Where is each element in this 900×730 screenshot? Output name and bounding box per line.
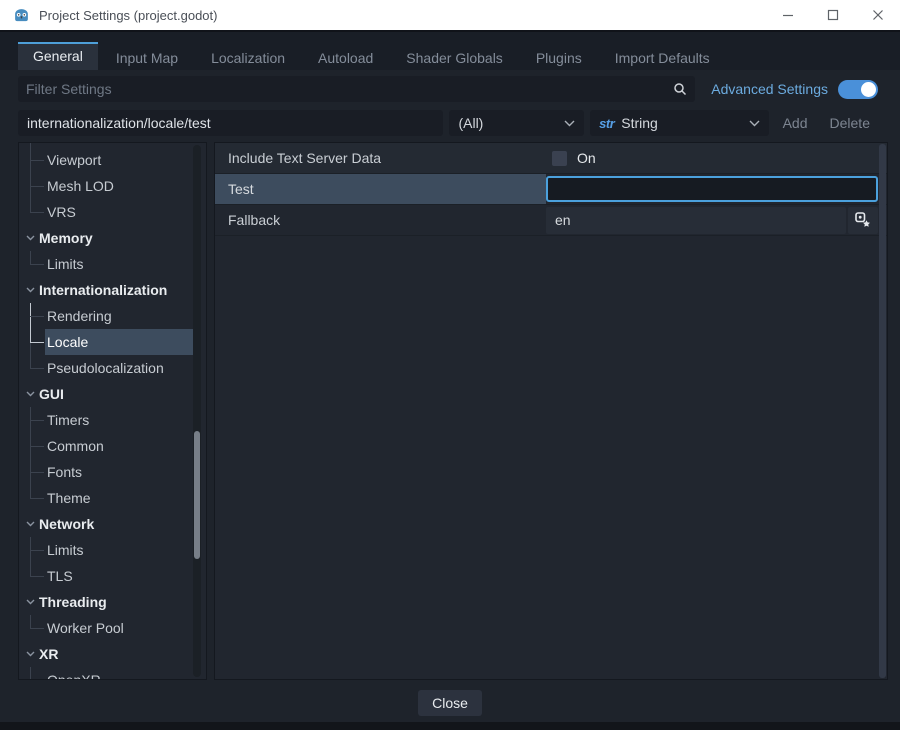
tree-line [29,147,45,173]
tab-input-map[interactable]: Input Map [101,42,193,70]
tree-line [29,303,45,329]
tree-line [29,485,45,511]
tab-plugins[interactable]: Plugins [521,42,597,70]
sidebar-category-threading[interactable]: Threading [19,589,206,615]
settings-inspector: Include Text Server Data On Test Fallbac… [214,142,888,680]
filter-settings-input[interactable] [18,76,695,102]
fallback-value-input[interactable] [546,207,846,234]
sidebar-item-common[interactable]: Common [19,433,206,459]
inspector-scrollbar[interactable] [879,144,886,678]
sidebar-item-openxr[interactable]: OpenXR [19,667,206,680]
collapse-arrow-icon[interactable] [24,235,37,241]
property-row-include-text-server-data: Include Text Server Data On [215,143,887,174]
godot-icon [13,7,30,24]
collapse-arrow-icon[interactable] [24,287,37,293]
sidebar-item-vrs[interactable]: VRS [19,199,206,225]
delete-button[interactable]: Delete [822,115,878,131]
dialog-footer: Close [0,680,900,716]
property-path-input[interactable] [18,110,443,136]
tab-shader-globals[interactable]: Shader Globals [391,42,518,70]
tree-line [29,433,45,459]
advanced-settings-label: Advanced Settings [711,81,828,97]
filter-settings-field[interactable] [26,81,673,97]
sidebar-item-fonts[interactable]: Fonts [19,459,206,485]
translation-icon [855,212,871,228]
close-button[interactable]: Close [418,690,482,716]
property-label: Fallback [215,205,546,235]
add-button[interactable]: Add [775,115,816,131]
sidebar-item-pseudolocalization[interactable]: Pseudolocalization [19,355,206,381]
collapse-arrow-icon[interactable] [24,651,37,657]
property-row-test: Test [215,174,887,205]
collapse-arrow-icon[interactable] [24,391,37,397]
advanced-settings-toggle[interactable] [838,80,878,99]
tree-line [29,199,45,225]
property-bar: (All) str String Add Delete [18,110,878,136]
test-value-input[interactable] [546,176,878,202]
sidebar-item-memory-limits[interactable]: Limits [19,251,206,277]
select-locale-button[interactable] [848,207,878,234]
project-settings-window: Project Settings (project.godot) General… [0,0,900,716]
chevron-down-icon [741,120,760,127]
sidebar-category-memory[interactable]: Memory [19,225,206,251]
sidebar-item-network-limits[interactable]: Limits [19,537,206,563]
tree-line [29,329,45,355]
tab-bar: General Input Map Localization Autoload … [0,30,900,70]
sidebar-category-network[interactable]: Network [19,511,206,537]
property-label: Include Text Server Data [215,143,546,173]
checkbox-on-label: On [577,150,596,166]
chevron-down-icon [556,120,575,127]
filter-row: Advanced Settings [18,76,878,102]
sidebar-item-worker-pool[interactable]: Worker Pool [19,615,206,641]
tab-general[interactable]: General [18,42,98,70]
search-icon [673,82,687,96]
window-title: Project Settings (project.godot) [39,8,217,23]
type-dropdown[interactable]: str String [590,110,768,136]
sidebar-scrollbar-thumb[interactable] [194,431,200,559]
collapse-arrow-icon[interactable] [24,599,37,605]
category-filter-value: (All) [458,115,483,131]
tree-line [29,459,45,485]
tree-line [29,615,45,641]
toggle-knob [861,82,876,97]
sidebar-category-xr[interactable]: XR [19,641,206,667]
tab-localization[interactable]: Localization [196,42,300,70]
sidebar-category-internationalization[interactable]: Internationalization [19,277,206,303]
settings-tree: Lightmapping Viewport Mesh LOD VRS [18,142,207,680]
settings-panels: Lightmapping Viewport Mesh LOD VRS [18,142,888,680]
sidebar-item-theme[interactable]: Theme [19,485,206,511]
sidebar-item-tls[interactable]: TLS [19,563,206,589]
tab-import-defaults[interactable]: Import Defaults [600,42,725,70]
close-window-button[interactable] [855,0,900,30]
category-filter-dropdown[interactable]: (All) [449,110,584,136]
tree-line [29,563,45,589]
window-bottom-edge [0,722,900,730]
tree-line [29,173,45,199]
window-controls [765,0,900,30]
sidebar-item-timers[interactable]: Timers [19,407,206,433]
tree-line [29,355,45,381]
sidebar-item-rendering[interactable]: Rendering [19,303,206,329]
property-label: Test [215,174,546,204]
string-type-icon: str [599,116,614,131]
minimize-button[interactable] [765,0,810,30]
sidebar-category-gui[interactable]: GUI [19,381,206,407]
tree-line [29,407,45,433]
tree-line [29,537,45,563]
tree-line [29,667,45,680]
titlebar: Project Settings (project.godot) [0,0,900,30]
collapse-arrow-icon[interactable] [24,521,37,527]
sidebar-scrollbar[interactable] [193,145,201,677]
sidebar-item-mesh-lod[interactable]: Mesh LOD [19,173,206,199]
tab-autoload[interactable]: Autoload [303,42,388,70]
property-row-fallback: Fallback [215,205,887,236]
sidebar-item-locale[interactable]: Locale [19,329,206,355]
type-value: String [621,115,658,131]
include-text-server-data-checkbox[interactable] [552,151,567,166]
sidebar-item-viewport[interactable]: Viewport [19,147,206,173]
tree-list: Lightmapping Viewport Mesh LOD VRS [19,142,206,680]
tree-line [29,251,45,277]
maximize-button[interactable] [810,0,855,30]
